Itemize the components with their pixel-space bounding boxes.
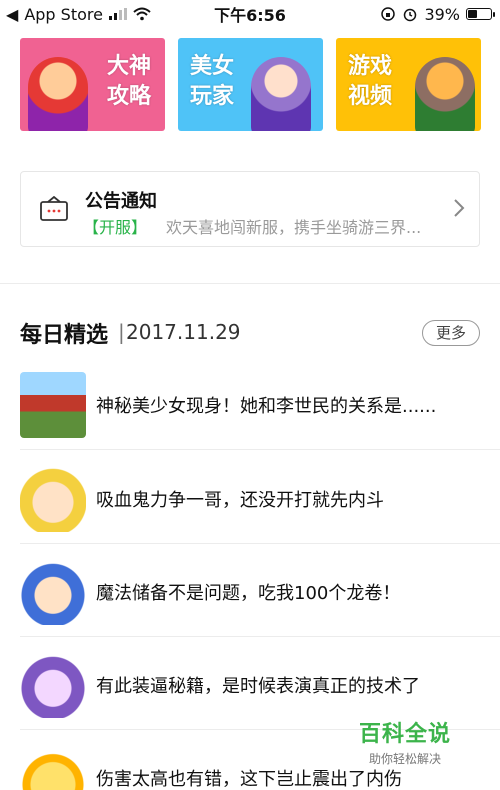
screen: ◀ App Store 下午6:56 39% 大神 攻略 美女 玩家 游戏 视频…	[0, 0, 500, 790]
banner-label: 大神 攻略	[107, 52, 151, 112]
item-avatar	[20, 652, 86, 718]
section-date: 2017.11.29	[126, 320, 241, 344]
notice-title: 公告通知	[85, 191, 157, 212]
rotation-lock-icon	[381, 7, 396, 21]
banner-label-line2: 玩家	[190, 84, 235, 109]
item-avatar	[20, 466, 86, 532]
battery-percent: 39%	[424, 4, 460, 24]
banner-label-line1: 美女	[190, 54, 235, 79]
character-illustration	[415, 57, 475, 131]
item-title: 魔法储备不是问题，吃我100个龙卷！	[96, 583, 401, 604]
chevron-right-icon[interactable]	[453, 196, 465, 220]
notice-card[interactable]: 公告通知 【开服】 欢天喜地闯新服，携手坐骑游三界...	[20, 171, 480, 247]
banner-row: 大神 攻略 美女 玩家 游戏 视频	[20, 38, 490, 131]
status-right: 39%	[380, 5, 500, 24]
character-illustration	[251, 57, 311, 131]
banner-label-line2: 攻略	[106, 84, 151, 109]
banner-label-line2: 视频	[348, 84, 393, 109]
item-title: 有此装逼秘籍，是时候表演真正的技术了	[96, 676, 420, 697]
banner-game-videos[interactable]: 游戏 视频	[336, 38, 481, 131]
item-thumbnail	[20, 372, 86, 438]
banner-label-line1: 大神	[106, 54, 151, 79]
alarm-icon	[404, 8, 417, 22]
banner-masters-guide[interactable]: 大神 攻略	[20, 38, 165, 131]
item-title: 神秘美少女现身！她和李世民的关系是......	[96, 396, 437, 417]
section-title: 每日精选	[20, 323, 109, 348]
section-divider	[0, 283, 500, 284]
item-avatar	[20, 745, 86, 790]
more-button[interactable]: 更多	[422, 320, 480, 346]
item-avatar	[20, 559, 86, 625]
back-app-label[interactable]: App Store	[24, 5, 103, 24]
item-title: 伤害太高也有错，这下岂止震出了内伤	[96, 769, 402, 790]
battery-icon	[466, 8, 495, 20]
section-separator: |	[118, 320, 125, 344]
battery-level	[468, 10, 478, 18]
watermark-title: 百科全说	[358, 722, 451, 747]
notice-tag: 【开服】	[83, 218, 148, 237]
banner-label: 美女 玩家	[190, 52, 234, 112]
list-item[interactable]: 神秘美少女现身！她和李世民的关系是......	[0, 357, 500, 450]
notice-box-icon	[40, 196, 68, 221]
notice-text: 欢天喜地闯新服，携手坐骑游三界...	[166, 218, 422, 237]
list-item[interactable]: 吸血鬼力争一哥，还没开打就先内斗	[0, 451, 500, 544]
status-bar: ◀ App Store 下午6:56 39%	[0, 0, 500, 28]
item-title: 吸血鬼力争一哥，还没开打就先内斗	[96, 490, 384, 511]
character-illustration	[28, 57, 88, 131]
watermark: 百科全说 助你轻松解决	[350, 716, 460, 767]
signal-icon	[108, 8, 127, 20]
status-left: ◀ App Store	[0, 5, 151, 24]
back-arrow-icon[interactable]: ◀	[6, 5, 18, 24]
list-item[interactable]: 魔法储备不是问题，吃我100个龙卷！	[0, 544, 500, 637]
watermark-subtitle: 助你轻松解决	[368, 752, 441, 766]
banner-label-line1: 游戏	[348, 54, 393, 79]
wifi-icon	[133, 7, 151, 21]
banner-label: 游戏 视频	[348, 52, 392, 112]
item-divider	[20, 449, 500, 450]
banner-female-players[interactable]: 美女 玩家	[178, 38, 323, 131]
